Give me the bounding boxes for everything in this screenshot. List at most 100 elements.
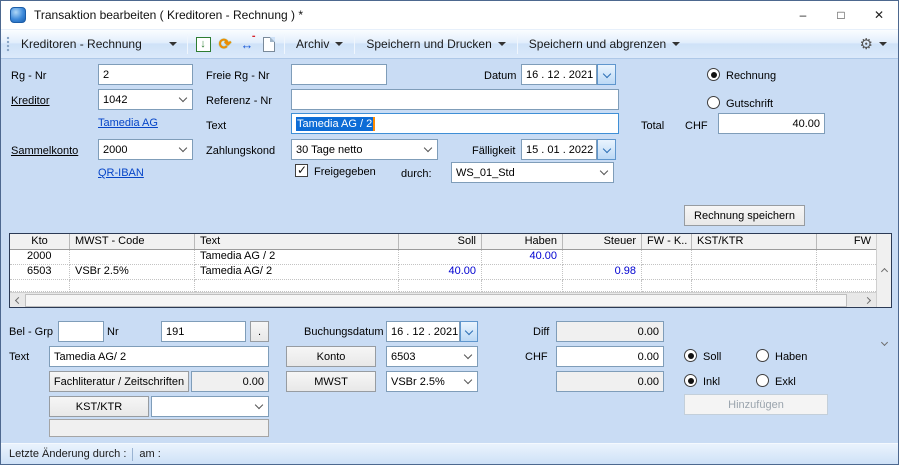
adjust-columns-button[interactable]: ↔- — [237, 34, 257, 54]
adjust-columns-icon: ↔- — [241, 37, 254, 52]
nr-label: Nr — [107, 326, 119, 338]
chevron-down-icon — [464, 376, 472, 384]
new-document-icon — [263, 37, 275, 52]
buchungsdatum-dropdown-button[interactable] — [460, 321, 478, 342]
refresh-button[interactable]: ⟳ — [215, 34, 235, 54]
chevron-down-icon — [464, 351, 472, 359]
rechnung-radio-label: Rechnung — [726, 70, 776, 82]
sammelkonto-label[interactable]: Sammelkonto — [11, 145, 78, 157]
durch-label: durch: — [401, 168, 432, 180]
rechnung-radio[interactable] — [707, 68, 720, 81]
window-title: Transaktion bearbeiten ( Kreditoren - Re… — [34, 8, 303, 22]
faelligkeit-input[interactable]: 15 . 01 . 2022 — [521, 139, 597, 160]
column-header-fw[interactable]: FW — [817, 234, 876, 249]
total-input[interactable]: 40.00 — [718, 113, 825, 134]
toolbar-separator — [517, 34, 518, 54]
bel-grp-label: Bel - Grp — [9, 326, 53, 338]
faelligkeit-label: Fälligkeit — [472, 145, 515, 157]
kst-ktr-select[interactable] — [151, 396, 269, 417]
faelligkeit-dropdown-button[interactable] — [597, 139, 616, 160]
toolbar-grip[interactable] — [6, 36, 10, 52]
inkl-radio[interactable] — [684, 374, 697, 387]
grid-row[interactable] — [10, 280, 876, 292]
grid-row[interactable]: 6503 VSBr 2.5% Tamedia AG/ 2 40.00 0.98 — [10, 265, 876, 280]
scroll-left-button[interactable] — [10, 293, 25, 307]
save-and-print-menu[interactable]: Speichern und Drucken — [359, 33, 512, 55]
save-and-accrue-menu[interactable]: Speichern und abgrenzen — [522, 33, 687, 55]
vertical-scrollbar[interactable] — [876, 234, 891, 307]
datum-dropdown-button[interactable] — [597, 64, 616, 85]
column-header-mwst[interactable]: MWST - Code — [70, 234, 195, 249]
zahlungskond-label: Zahlungskond — [206, 145, 275, 157]
grid-header-row: Kto MWST - Code Text Soll Haben Steuer F… — [10, 234, 876, 250]
soll-radio[interactable] — [684, 349, 697, 362]
rechnung-speichern-button[interactable]: Rechnung speichern — [684, 205, 805, 226]
column-header-soll[interactable]: Soll — [399, 234, 482, 249]
chevron-down-icon — [498, 42, 506, 46]
chevron-left-icon — [15, 296, 22, 303]
entry-chf-input[interactable]: 0.00 — [556, 346, 664, 367]
mwst-button[interactable]: MWST — [286, 371, 376, 392]
toolbar-separator — [284, 34, 285, 54]
kreditor-name-link[interactable]: Tamedia AG — [98, 117, 158, 129]
freie-rg-nr-input[interactable] — [291, 64, 387, 85]
chevron-down-icon — [881, 339, 888, 346]
referenz-nr-input[interactable] — [291, 89, 619, 110]
dot-button[interactable]: . — [250, 321, 269, 342]
settings-menu[interactable]: ⚙ — [853, 31, 894, 57]
datum-input[interactable]: 16 . 12 . 2021 — [521, 64, 597, 85]
haben-radio[interactable] — [756, 349, 769, 362]
qr-iban-link[interactable]: QR-IBAN — [98, 167, 144, 179]
kst-ktr-button[interactable]: KST/KTR — [49, 396, 149, 417]
chevron-down-icon — [600, 167, 608, 175]
horizontal-scrollbar[interactable] — [10, 292, 876, 307]
grid-row[interactable]: 2000 Tamedia AG / 2 40.00 — [10, 250, 876, 265]
column-header-kto[interactable]: Kto — [10, 234, 70, 249]
column-header-haben[interactable]: Haben — [482, 234, 563, 249]
transaction-type-select[interactable]: Kreditoren - Rechnung — [15, 34, 183, 54]
import-button[interactable]: ↓ — [193, 34, 213, 54]
text-input[interactable]: Tamedia AG / 2 — [291, 113, 619, 134]
column-header-text[interactable]: Text — [195, 234, 399, 249]
chevron-down-icon — [335, 42, 343, 46]
minimize-button[interactable]: – — [784, 1, 822, 29]
kreditor-label[interactable]: Kreditor — [11, 95, 50, 107]
nr-input[interactable]: 191 — [161, 321, 246, 342]
konto-button[interactable]: Konto — [286, 346, 376, 367]
total-label: Total — [641, 120, 664, 132]
zahlungskond-select[interactable]: 30 Tage netto — [291, 139, 438, 160]
new-document-button[interactable] — [259, 34, 279, 54]
buchungsdatum-input[interactable]: 16 . 12 . 2021 — [386, 321, 460, 342]
app-icon — [10, 7, 26, 23]
horizontal-scrollbar-thumb[interactable] — [25, 294, 847, 307]
entry-text-input[interactable]: Tamedia AG/ 2 — [49, 346, 269, 367]
konto-select[interactable]: 6503 — [386, 346, 478, 367]
refresh-icon: ⟳ — [219, 35, 232, 53]
scroll-down-button[interactable] — [877, 307, 892, 380]
toolbar: Kreditoren - Rechnung ↓ ⟳ ↔- Archiv Spei… — [1, 29, 898, 59]
chevron-up-icon — [881, 268, 888, 275]
fachliteratur-button[interactable]: Fachliteratur / Zeitschriften — [49, 371, 189, 392]
bel-grp-input[interactable] — [58, 321, 104, 342]
freigegeben-checkbox[interactable] — [295, 164, 308, 177]
column-header-kst-ktr[interactable]: KST/KTR — [692, 234, 817, 249]
maximize-button[interactable]: □ — [822, 1, 860, 29]
column-header-fw-k[interactable]: FW - K.. — [642, 234, 692, 249]
rg-nr-input[interactable]: 2 — [98, 64, 193, 85]
scroll-right-button[interactable] — [861, 293, 876, 307]
sammelkonto-select[interactable]: 2000 — [98, 139, 193, 160]
booking-grid: Kto MWST - Code Text Soll Haben Steuer F… — [9, 233, 892, 308]
mwst-select[interactable]: VSBr 2.5% — [386, 371, 478, 392]
chevron-down-icon — [602, 69, 610, 77]
gutschrift-radio[interactable] — [707, 96, 720, 109]
kreditor-select[interactable]: 1042 — [98, 89, 193, 110]
diff-label: Diff — [533, 326, 549, 338]
close-button[interactable]: ✕ — [860, 1, 898, 29]
scroll-up-button[interactable] — [877, 234, 892, 307]
column-header-steuer[interactable]: Steuer — [563, 234, 642, 249]
title-bar: Transaktion bearbeiten ( Kreditoren - Re… — [1, 1, 898, 29]
chevron-right-icon — [864, 296, 871, 303]
archiv-menu[interactable]: Archiv — [289, 33, 350, 55]
exkl-radio[interactable] — [756, 374, 769, 387]
durch-select[interactable]: WS_01_Std — [451, 162, 614, 183]
